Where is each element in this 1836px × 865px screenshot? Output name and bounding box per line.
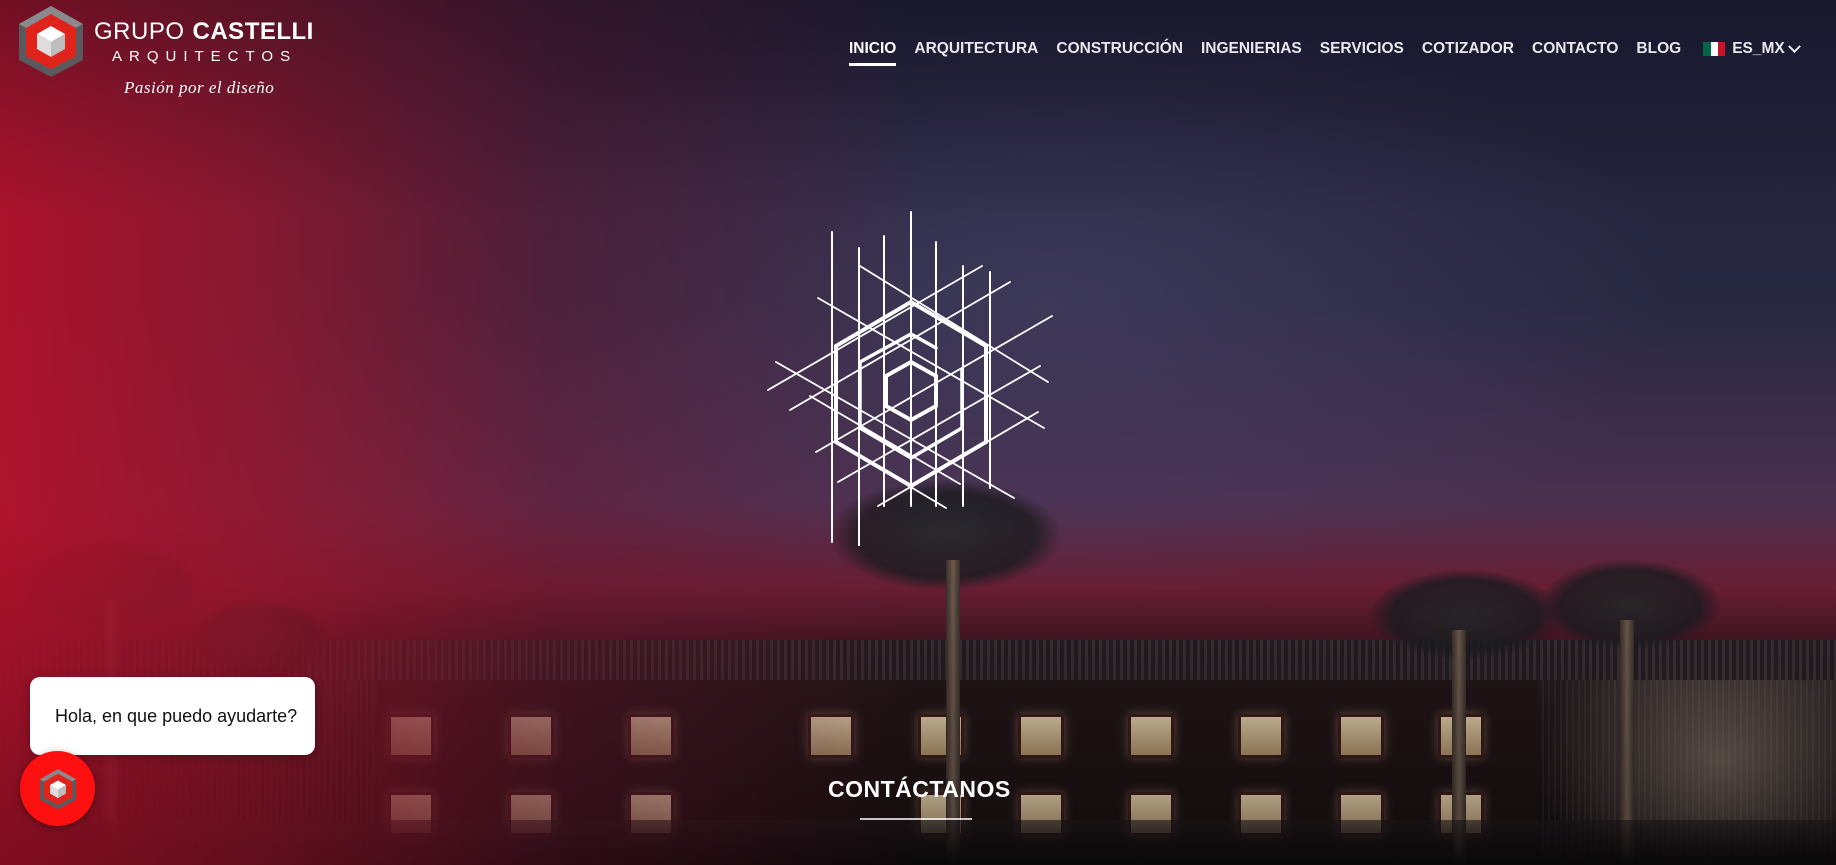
cta-underline — [860, 818, 972, 820]
nav-item-contacto[interactable]: CONTACTO — [1532, 40, 1618, 64]
cube-logo-icon — [19, 6, 83, 77]
contact-cta-link[interactable]: CONTÁCTANOS — [828, 776, 1011, 803]
grupo-castelli-line-emblem-icon — [767, 211, 1053, 546]
chat-open-button[interactable] — [20, 751, 95, 826]
brand-name-light: GRUPO — [94, 18, 185, 45]
main-nav: INICIO ARQUITECTURA CONSTRUCCIÓN INGENIE… — [849, 39, 1801, 66]
language-selector[interactable]: ES_MX — [1703, 39, 1801, 64]
brand-name: GRUPO CASTELLI — [94, 18, 314, 46]
nav-item-ingenierias[interactable]: INGENIERIAS — [1201, 40, 1302, 64]
nav-item-arquitectura[interactable]: ARQUITECTURA — [914, 40, 1038, 64]
brand-subtitle: ARQUITECTOS — [112, 48, 298, 65]
mexico-flag-icon — [1703, 42, 1726, 56]
cube-logo-icon — [39, 768, 76, 809]
chat-greeting-bubble[interactable]: Hola, en que puedo ayudarte? — [30, 677, 315, 755]
language-label: ES_MX — [1732, 40, 1785, 57]
site-logo[interactable]: GRUPO CASTELLI ARQUITECTOS Pasión por el … — [16, 4, 313, 100]
nav-item-servicios[interactable]: SERVICIOS — [1320, 40, 1404, 64]
brand-name-bold: CASTELLI — [192, 18, 314, 45]
nav-item-blog[interactable]: BLOG — [1636, 40, 1681, 64]
chat-greeting-text: Hola, en que puedo ayudarte? — [55, 705, 298, 726]
chevron-down-icon — [1787, 39, 1801, 53]
nav-item-cotizador[interactable]: COTIZADOR — [1422, 40, 1514, 64]
nav-item-construccion[interactable]: CONSTRUCCIÓN — [1056, 40, 1183, 64]
nav-item-inicio[interactable]: INICIO — [849, 40, 897, 66]
brand-tagline: Pasión por el diseño — [124, 78, 275, 97]
